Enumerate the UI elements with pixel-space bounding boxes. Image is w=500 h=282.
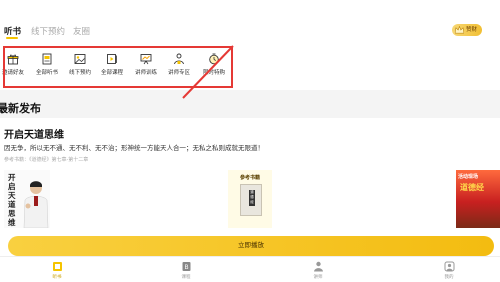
event-photo-thumbnail[interactable]: 活动现场 道德经 [456, 170, 500, 228]
card-title: 开启天道思维 [4, 130, 64, 141]
highlight-box [3, 46, 233, 88]
lecturer-photo [23, 181, 49, 228]
crown-icon [455, 26, 464, 34]
nav-profile[interactable]: 我的 [429, 261, 469, 280]
banner-text: 道德经 [460, 183, 484, 192]
book-cover: 道德经 [240, 184, 262, 216]
nav-label: 我的 [444, 275, 454, 280]
tab-friends[interactable]: 友圈 [73, 25, 90, 37]
user-icon [444, 261, 454, 272]
top-tab-bar: 听书 线下预约 友圈 赞财 [0, 0, 500, 44]
speaker-icon [313, 261, 323, 272]
course-icon: B [182, 262, 190, 271]
nav-label: 听书 [52, 275, 62, 280]
tab-offline-booking[interactable]: 线下预约 [31, 25, 65, 37]
nav-label: 课程 [181, 275, 191, 280]
nav-label: 讲师 [313, 275, 323, 280]
cover-thumbnail[interactable]: 开启天道思维 [4, 170, 50, 228]
thumbnail-title: 参考书籍 [239, 175, 260, 181]
svg-text:B: B [184, 264, 188, 271]
reference-book-thumbnail[interactable]: 参考书籍 道德经 [228, 170, 272, 228]
active-tab-indicator [6, 37, 18, 39]
headphones-book-icon [52, 262, 62, 271]
card-reference: 参考书籍：《道德经》第七章-第十二章 [4, 157, 89, 163]
play-now-button[interactable]: 立即播放 [8, 236, 494, 256]
thumbnail-title: 活动现场 [458, 174, 479, 180]
cover-title-text: 开启天道思维 [8, 173, 16, 227]
card-description: 因无争，所以无不通、无不利、无不治；形神统一方能天人合一；无私之私则成就无限道！ [4, 144, 264, 152]
book-title: 道德经 [249, 190, 255, 206]
section-title: 最新发布 [0, 102, 41, 115]
nav-courses[interactable]: B 课程 [166, 261, 206, 280]
reward-badge[interactable]: 赞财 [452, 24, 483, 36]
badge-label: 赞财 [466, 27, 478, 33]
nav-lecturers[interactable]: 讲师 [298, 261, 338, 280]
tab-listen[interactable]: 听书 [4, 25, 21, 37]
nav-listen[interactable]: 听书 [37, 261, 77, 280]
bottom-navigation: 听书 B 课程 讲师 我的 [0, 256, 500, 282]
